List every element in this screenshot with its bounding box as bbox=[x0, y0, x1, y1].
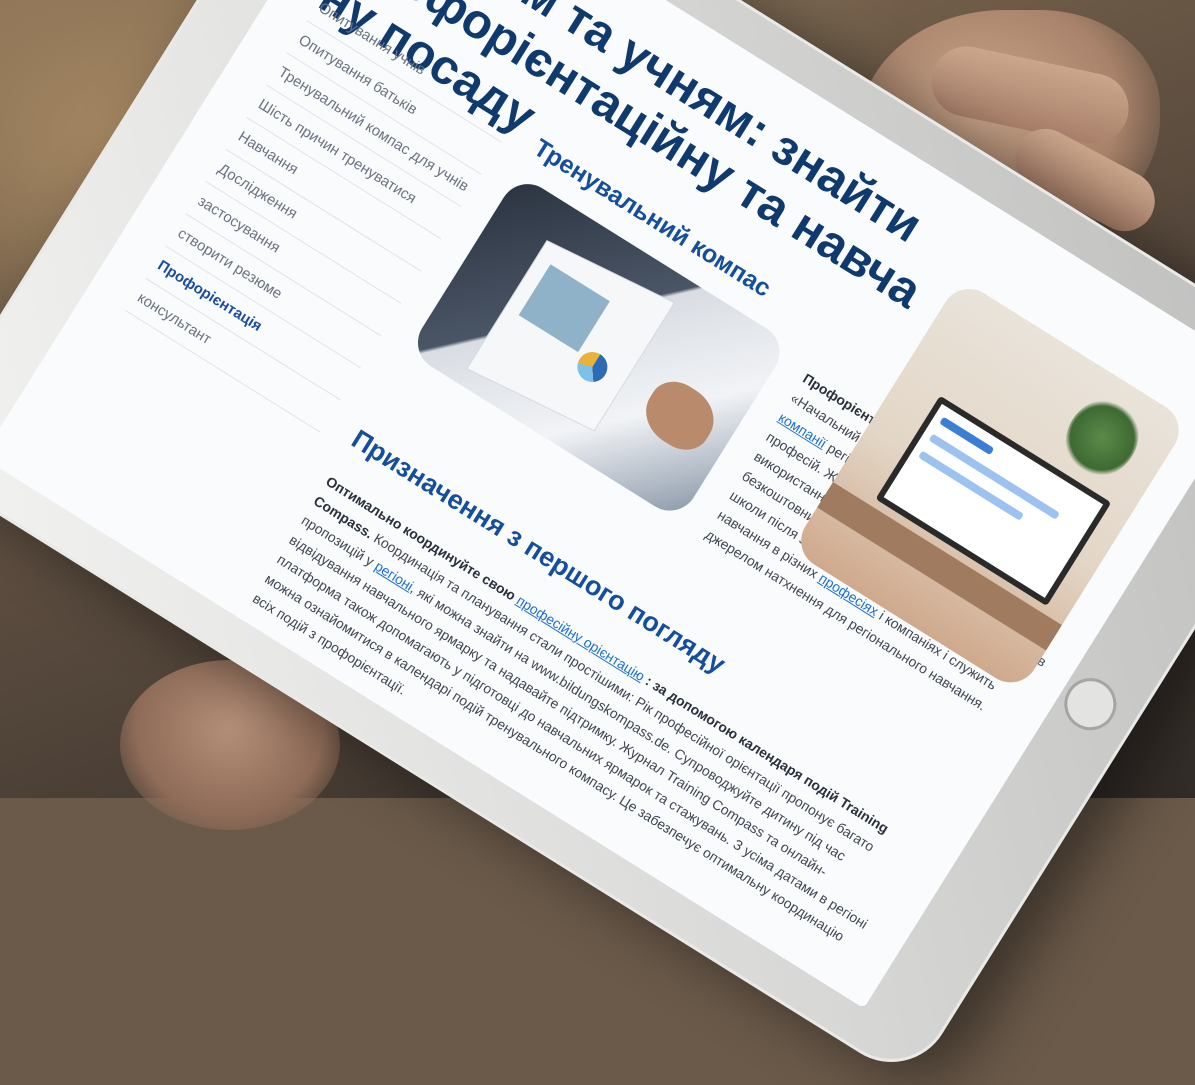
section2-text-b: , які можна знайти на www.bildungskompas… bbox=[250, 531, 871, 945]
reader-hand bbox=[634, 371, 726, 460]
web-page: Батькам та учням: знайти профорієнтаційн… bbox=[0, 0, 1195, 1009]
tablet-device: Батькам та учням: знайти профорієнтаційн… bbox=[0, 0, 1195, 1085]
tablet-scene: Батькам та учням: знайти профорієнтаційн… bbox=[0, 0, 1195, 1085]
tablet-screen: Батькам та учням: знайти профорієнтаційн… bbox=[0, 0, 1195, 1009]
